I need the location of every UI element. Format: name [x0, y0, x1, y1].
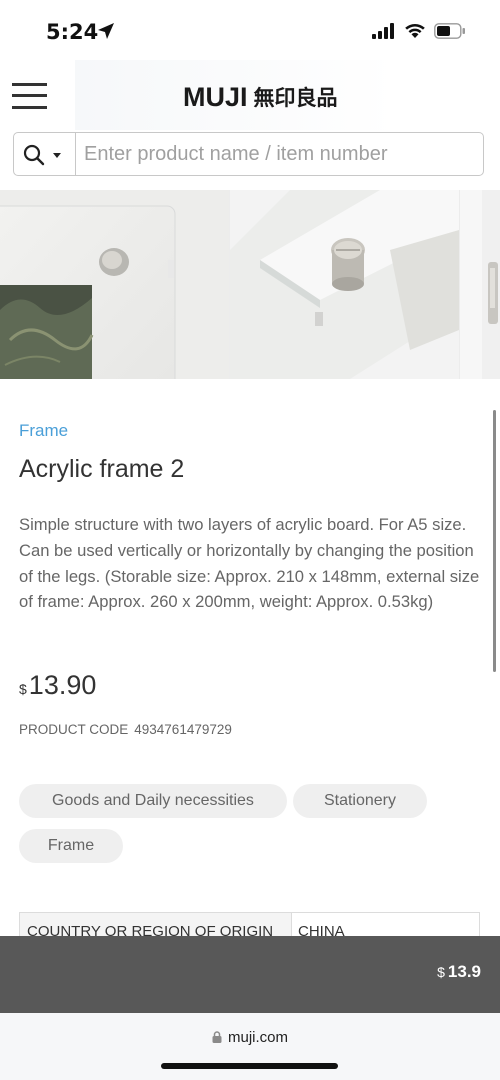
tag-frame[interactable]: Frame — [19, 829, 123, 863]
logo-text-jp: 無印良品 — [253, 86, 338, 110]
product-title: Acrylic frame 2 — [19, 455, 185, 483]
search-scope-dropdown[interactable] — [14, 133, 76, 175]
gallery-image[interactable] — [230, 190, 459, 379]
status-icons — [372, 23, 466, 39]
home-indicator[interactable] — [161, 1063, 338, 1069]
tag-goods-and-daily-necessities[interactable]: Goods and Daily necessities — [19, 784, 287, 818]
hamburger-menu-icon[interactable] — [12, 82, 47, 110]
tag-stationery[interactable]: Stationery — [293, 784, 427, 818]
wifi-icon — [405, 23, 425, 38]
status-time: 5:24 — [46, 20, 99, 44]
category-link[interactable]: Frame — [19, 421, 68, 441]
search-icon — [23, 144, 45, 166]
product-image-gallery — [0, 190, 500, 379]
url-text: muji.com — [227, 1029, 288, 1046]
lock-icon — [212, 1031, 222, 1043]
cart-price-value: 13.9 — [447, 962, 481, 981]
product-code-number: 4934761479729 — [134, 722, 232, 737]
muji-logo[interactable]: MUJI 無印良品 — [183, 80, 338, 114]
frame-photo-3 — [460, 190, 500, 379]
scrollbar[interactable] — [493, 410, 496, 672]
product-code: PRODUCT CODE 4934761479729 — [19, 722, 232, 737]
price-currency: $ — [19, 681, 27, 697]
cart-currency: $ — [437, 964, 445, 980]
gallery-image[interactable] — [0, 190, 229, 379]
price-value: 13.90 — [28, 670, 97, 700]
product-description: Simple structure with two layers of acry… — [19, 515, 480, 612]
frame-photo-2 — [230, 190, 459, 379]
location-arrow-icon — [98, 23, 114, 39]
logo-text-en: MUJI — [183, 81, 248, 112]
gallery-image[interactable] — [460, 190, 500, 379]
product-code-label: PRODUCT CODE — [19, 722, 129, 737]
search-bar — [13, 132, 484, 176]
browser-address-bar: muji.com — [0, 1013, 500, 1080]
search-input[interactable] — [84, 139, 474, 169]
cart-bar-price: $13.9 — [437, 962, 481, 982]
battery-icon — [434, 23, 465, 39]
frame-photo-1 — [0, 190, 229, 379]
product-price: $13.90 — [19, 670, 96, 701]
add-to-cart-bar[interactable]: $13.9 — [0, 936, 500, 1013]
url-display[interactable]: muji.com — [0, 1029, 500, 1046]
cellular-signal-icon — [372, 23, 394, 39]
chevron-down-icon — [53, 153, 61, 158]
status-bar: 5:24 — [0, 0, 500, 60]
